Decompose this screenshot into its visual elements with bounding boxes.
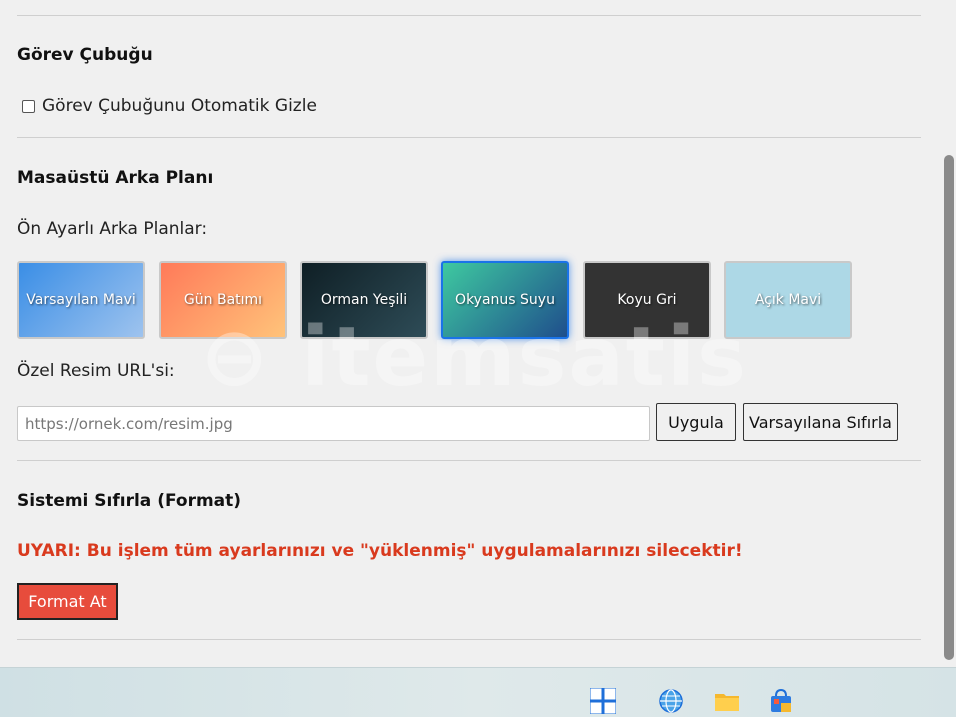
format-warning: UYARI: Bu işlem tüm ayarlarınızı ve "yük… [17, 541, 743, 561]
divider [17, 15, 921, 16]
bg-preset-okyanus-suyu[interactable]: Okyanus Suyu [441, 261, 569, 339]
autohide-label: Görev Çubuğunu Otomatik Gizle [42, 96, 317, 116]
bg-preset-acik-mavi[interactable]: Açık Mavi [724, 261, 852, 339]
image-url-input[interactable]: https://ornek.com/resim.jpg [17, 406, 650, 441]
bg-preset-label: Orman Yeşili [320, 292, 408, 308]
reset-section-heading: Sistemi Sıfırla (Format) [17, 491, 242, 511]
apply-button[interactable]: Uygula [656, 403, 736, 441]
bg-preset-varsayilan-mavi[interactable]: Varsayılan Mavi [17, 261, 145, 339]
reset-default-button[interactable]: Varsayılana Sıfırla [743, 403, 898, 441]
vertical-scrollbar[interactable] [940, 0, 956, 667]
settings-panel: Görev Çubuğu Görev Çubuğunu Otomatik Giz… [0, 0, 940, 667]
taskbar-section-heading: Görev Çubuğu [17, 45, 153, 65]
divider [17, 460, 921, 461]
autohide-checkbox[interactable] [22, 99, 35, 113]
bg-preset-koyu-gri[interactable]: Koyu Gri [583, 261, 711, 339]
bg-preset-label: Okyanus Suyu [455, 292, 555, 308]
custom-url-label: Özel Resim URL'si: [17, 361, 175, 381]
store-bag-icon[interactable] [768, 688, 794, 714]
autohide-taskbar-option[interactable]: Görev Çubuğunu Otomatik Gizle [22, 96, 317, 116]
presets-label: Ön Ayarlı Arka Planlar: [17, 219, 208, 239]
scrollbar-thumb[interactable] [944, 155, 954, 660]
divider [17, 137, 921, 138]
taskbar [0, 667, 956, 717]
browser-globe-icon[interactable] [658, 688, 684, 714]
bg-preset-gun-batimi[interactable]: Gün Batımı [159, 261, 287, 339]
bg-preset-label: Varsayılan Mavi [26, 292, 136, 308]
bg-preset-label: Koyu Gri [617, 292, 677, 308]
bg-preset-label: Gün Batımı [183, 292, 263, 308]
format-button[interactable]: Format At [17, 583, 118, 620]
bg-preset-label: Açık Mavi [754, 292, 822, 308]
bg-preset-orman-yesili[interactable]: Orman Yeşili [300, 261, 428, 339]
divider [17, 639, 921, 640]
background-section-heading: Masaüstü Arka Planı [17, 168, 214, 188]
start-icon[interactable] [590, 688, 616, 714]
folder-icon[interactable] [714, 688, 740, 714]
url-placeholder: https://ornek.com/resim.jpg [25, 414, 233, 433]
